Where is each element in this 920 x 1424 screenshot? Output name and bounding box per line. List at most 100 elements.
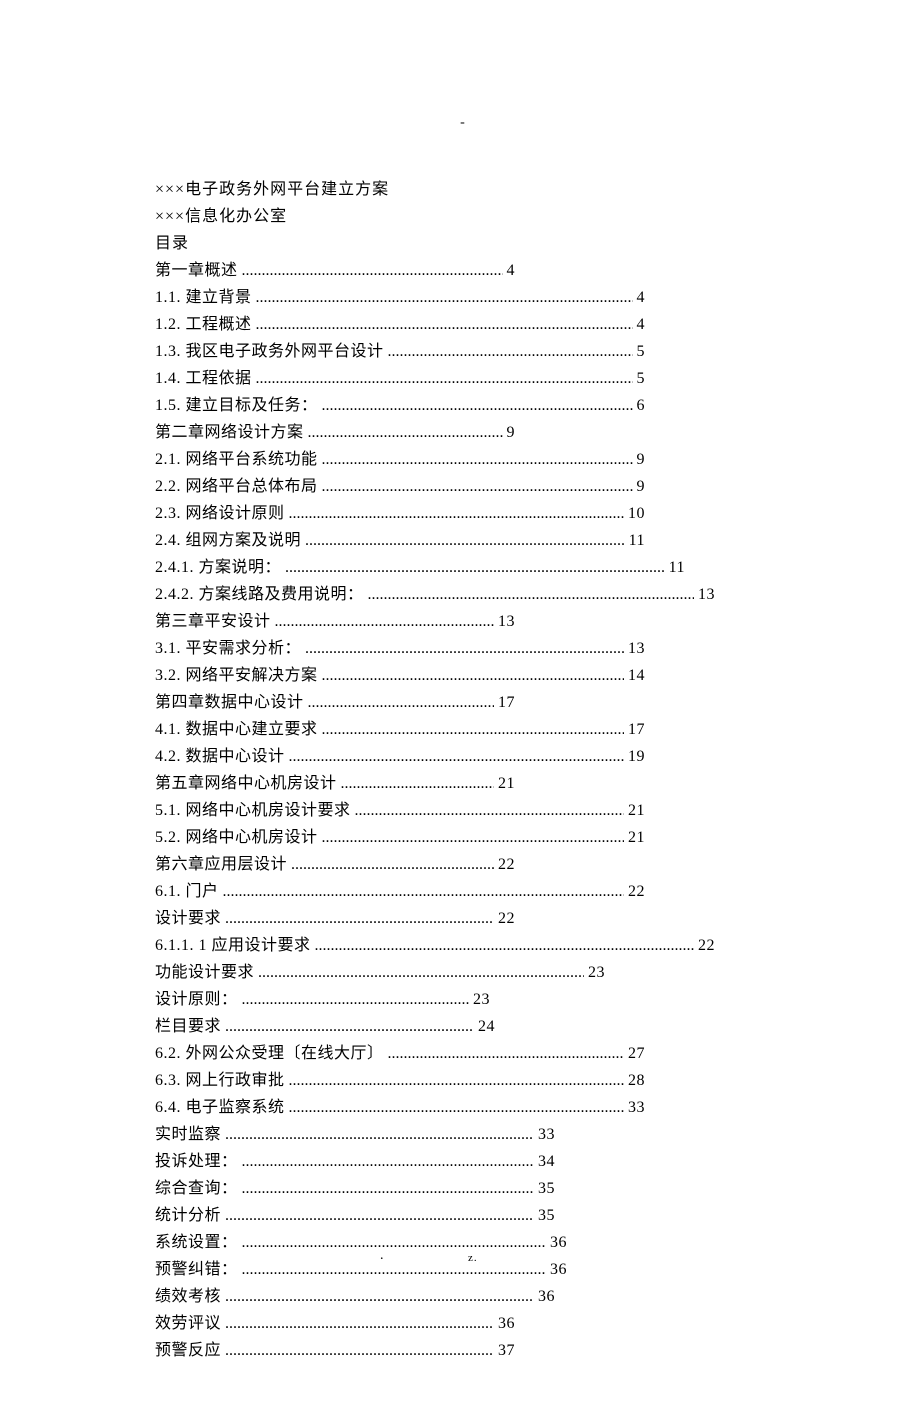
toc-dots: ........................................… <box>258 959 584 986</box>
toc-dots: ........................................… <box>289 1067 624 1094</box>
toc-entry-title: 综合查询： <box>155 1175 238 1202</box>
toc-dots: ........................................… <box>388 338 633 365</box>
toc-dots: ........................................… <box>322 824 624 851</box>
toc-entry-title: 3.2. 网络平安解决方案 <box>155 662 318 689</box>
toc-entry: 1.4. 工程依据 ..............................… <box>155 365 645 392</box>
toc-entry-title: 5.2. 网络中心机房设计 <box>155 824 318 851</box>
toc-entry-page: 4 <box>507 257 516 284</box>
toc-entry: 3.1. 平安需求分析： ...........................… <box>155 635 645 662</box>
toc-entry-page: 4 <box>637 311 646 338</box>
toc-entry-title: 6.4. 电子监察系统 <box>155 1094 285 1121</box>
toc-entry-page: 13 <box>628 635 645 662</box>
toc-entry-title: 第三章平安设计 <box>155 608 271 635</box>
toc-entry-title: 6.3. 网上行政审批 <box>155 1067 285 1094</box>
toc-dots: ........................................… <box>225 1337 494 1364</box>
toc-container: 第一章概述 ..................................… <box>155 257 770 1364</box>
toc-entry: 绩效考核 ...................................… <box>155 1283 555 1310</box>
toc-entry-page: 36 <box>538 1283 555 1310</box>
toc-entry: 2.1. 网络平台系统功能 ..........................… <box>155 446 645 473</box>
toc-entry: 2.3. 网络设计原则 ............................… <box>155 500 645 527</box>
toc-entry: 设计原则： ..................................… <box>155 986 490 1013</box>
top-dash: - <box>155 115 770 131</box>
toc-dots: ........................................… <box>225 1202 534 1229</box>
toc-dots: ........................................… <box>322 446 633 473</box>
toc-entry-page: 23 <box>588 959 605 986</box>
toc-dots: ........................................… <box>322 716 624 743</box>
toc-dots: ........................................… <box>368 581 694 608</box>
document-page: - ×××电子政务外网平台建立方案 ×××信息化办公室 目录 第一章概述 ...… <box>0 0 920 1424</box>
toc-dots: ........................................… <box>256 284 633 311</box>
toc-dots: ........................................… <box>285 554 665 581</box>
toc-dots: ........................................… <box>225 1013 474 1040</box>
toc-entry-title: 预警纠错： <box>155 1256 238 1283</box>
toc-entry-page: 13 <box>698 581 715 608</box>
toc-entry: 6.4. 电子监察系统 ............................… <box>155 1094 645 1121</box>
toc-entry: 综合查询： ..................................… <box>155 1175 555 1202</box>
toc-entry-title: 2.2. 网络平台总体布局 <box>155 473 318 500</box>
toc-entry: 第一章概述 ..................................… <box>155 257 515 284</box>
toc-dots: ........................................… <box>322 473 633 500</box>
toc-entry-title: 系统设置： <box>155 1229 238 1256</box>
toc-dots: ........................................… <box>225 905 494 932</box>
toc-entry-page: 4 <box>637 284 646 311</box>
toc-entry: 5.2. 网络中心机房设计 ..........................… <box>155 824 645 851</box>
toc-entry-page: 24 <box>478 1013 495 1040</box>
toc-entry-page: 5 <box>637 338 646 365</box>
toc-entry: 投诉处理： ..................................… <box>155 1148 555 1175</box>
toc-entry: 4.2. 数据中心设计 ............................… <box>155 743 645 770</box>
toc-dots: ........................................… <box>256 311 633 338</box>
toc-entry: 统计分析 ...................................… <box>155 1202 555 1229</box>
toc-heading: 目录 <box>155 230 770 257</box>
toc-entry: 6.1.1. 1 应用设计要求 ........................… <box>155 932 715 959</box>
toc-entry-page: 22 <box>628 878 645 905</box>
footer-dot: . <box>380 1248 384 1264</box>
toc-entry: 2.4.1. 方案说明： ...........................… <box>155 554 685 581</box>
toc-entry: 系统设置： ..................................… <box>155 1229 567 1256</box>
toc-entry-title: 第四章数据中心设计 <box>155 689 304 716</box>
toc-dots: ........................................… <box>291 851 494 878</box>
toc-entry: 6.3. 网上行政审批 ............................… <box>155 1067 645 1094</box>
toc-dots: ........................................… <box>223 878 624 905</box>
toc-entry-page: 33 <box>538 1121 555 1148</box>
toc-entry-page: 14 <box>628 662 645 689</box>
toc-entry: 1.1. 建立背景 ..............................… <box>155 284 645 311</box>
toc-entry-page: 23 <box>473 986 490 1013</box>
toc-entry-title: 绩效考核 <box>155 1283 221 1310</box>
toc-dots: ........................................… <box>308 689 494 716</box>
toc-dots: ........................................… <box>289 500 624 527</box>
toc-dots: ........................................… <box>275 608 494 635</box>
toc-dots: ........................................… <box>225 1310 494 1337</box>
toc-entry-title: 1.5. 建立目标及任务： <box>155 392 318 419</box>
toc-entry-title: 1.3. 我区电子政务外网平台设计 <box>155 338 384 365</box>
toc-dots: ........................................… <box>355 797 624 824</box>
toc-entry: 设计要求 ...................................… <box>155 905 515 932</box>
toc-entry-page: 22 <box>498 905 515 932</box>
toc-entry-page: 17 <box>628 716 645 743</box>
toc-entry-page: 28 <box>628 1067 645 1094</box>
toc-entry-title: 栏目要求 <box>155 1013 221 1040</box>
toc-entry-page: 21 <box>628 797 645 824</box>
toc-entry: 效劳评议 ...................................… <box>155 1310 515 1337</box>
toc-dots: ........................................… <box>322 392 633 419</box>
toc-entry-page: 35 <box>538 1175 555 1202</box>
toc-entry-page: 13 <box>498 608 515 635</box>
toc-entry-page: 36 <box>550 1256 567 1283</box>
toc-entry-title: 第一章概述 <box>155 257 238 284</box>
toc-entry-page: 11 <box>669 554 685 581</box>
toc-entry-title: 4.1. 数据中心建立要求 <box>155 716 318 743</box>
toc-entry: 功能设计要求 .................................… <box>155 959 605 986</box>
toc-entry-page: 17 <box>498 689 515 716</box>
toc-entry-page: 21 <box>498 770 515 797</box>
toc-entry-title: 1.2. 工程概述 <box>155 311 252 338</box>
toc-entry-page: 37 <box>498 1337 515 1364</box>
toc-entry-page: 22 <box>698 932 715 959</box>
toc-entry-title: 2.3. 网络设计原则 <box>155 500 285 527</box>
toc-entry-title: 3.1. 平安需求分析： <box>155 635 301 662</box>
toc-entry: 1.3. 我区电子政务外网平台设计 ......................… <box>155 338 645 365</box>
toc-entry-title: 功能设计要求 <box>155 959 254 986</box>
toc-entry-title: 1.4. 工程依据 <box>155 365 252 392</box>
toc-dots: ........................................… <box>242 1229 546 1256</box>
toc-dots: ........................................… <box>225 1121 534 1148</box>
toc-entry-title: 6.2. 外网公众受理〔在线大厅〕 <box>155 1040 384 1067</box>
toc-entry: 6.2. 外网公众受理〔在线大厅〕 ......................… <box>155 1040 645 1067</box>
